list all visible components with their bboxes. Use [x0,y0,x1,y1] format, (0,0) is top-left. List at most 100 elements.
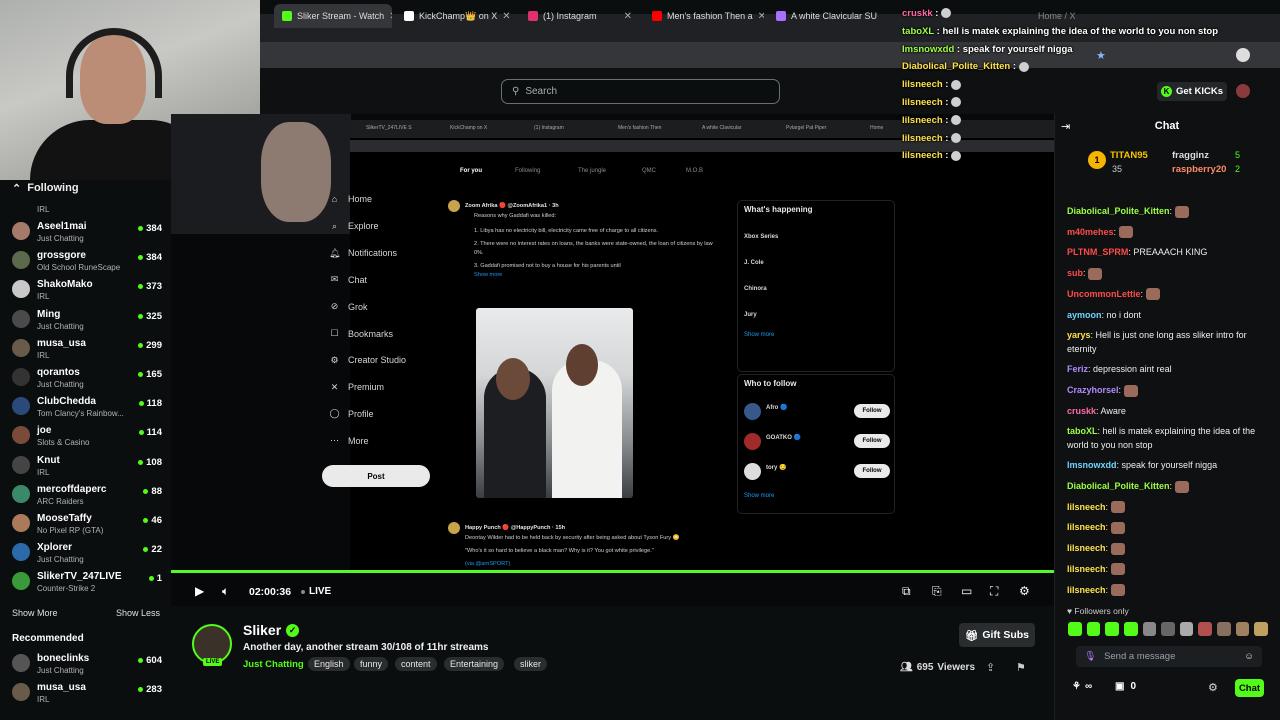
streamer-name[interactable]: Sliker [243,622,281,638]
chat-message-input[interactable]: 🎙︎ Send a message ☺ [1076,646,1262,667]
report-icon[interactable]: ⚑ [1016,661,1026,674]
headphones [66,28,162,98]
tag-english[interactable]: English [308,657,350,671]
emote-icon[interactable] [1123,622,1138,636]
recommended-channel[interactable]: boneclinks Just Chatting 604 [12,651,162,680]
browser-tab-1[interactable]: KickChamp👑 on X ✕ [396,4,516,28]
sidebar-channel[interactable]: musa_usa IRL 299 [12,336,162,365]
stream-category[interactable]: Just Chatting [243,659,304,670]
close-icon[interactable]: ✕ [389,11,392,22]
x-nav-label: Explore [348,221,379,232]
show-less-button[interactable]: Show Less [116,608,160,618]
sidebar-channel[interactable]: joe Slots & Casino 114 [12,423,162,452]
recommended-channel[interactable]: musa_usa IRL 283 [12,680,162,709]
emote-icon[interactable] [1105,622,1119,636]
chat-username[interactable]: cruskk [1067,406,1096,416]
streamer-avatar[interactable]: LIVE [192,624,232,666]
clip-icon[interactable]: ⎘ [932,584,942,599]
sidebar-channel[interactable]: MooseTaffy No Pixel RP (GTA) 46 [12,511,162,540]
close-icon[interactable]: ✕ [502,11,510,22]
settings-gear-icon[interactable]: ⚙ [1019,584,1030,598]
volume-icon[interactable]: 🔈︎ [222,584,229,599]
browser-tab-4[interactable]: A white Clavicular SU [768,4,888,28]
browser-tab-3[interactable]: Men's fashion Then a ✕ [644,4,764,28]
chat-username[interactable]: lilsneech [1067,522,1106,532]
chat-username[interactable]: lilsneech [1067,502,1106,512]
chat-username[interactable]: Feriz [1067,364,1088,374]
emote-bar [1068,622,1269,638]
sidebar-channel[interactable]: Aseel1mai Just Chatting 384 [12,219,162,248]
sidebar-channel[interactable]: qorantos Just Chatting 165 [12,365,162,394]
chat-username[interactable]: taboXL [1067,426,1098,436]
tag-sliker[interactable]: sliker [514,657,548,671]
show-more-button[interactable]: Show More [12,608,58,618]
chat-username[interactable]: Diabolical_Polite_Kitten [1067,481,1170,491]
chat-message: yarys: Hell is just one long ass sliker … [1067,328,1272,356]
chat-username[interactable]: Imsnowxdd [1067,460,1117,470]
followers-only-label: Followers only [1074,606,1129,616]
emote-icon[interactable] [1086,622,1101,636]
play-icon[interactable]: ▶ [195,584,204,598]
tweet-quote: "Who's it so hard to believe a black man… [465,547,654,554]
x-nav-label: Grok [348,301,368,312]
browser-tab-2[interactable]: (1) Instagram ✕ [520,4,640,28]
chat-settings-icon[interactable]: ⚙ [1208,681,1218,694]
whats-happening-panel: What's happening Xbox Series J. Cole Chi… [737,200,895,372]
trend-item: Jury [744,312,757,318]
emote-icon[interactable] [1142,622,1157,636]
share-icon[interactable]: ⇪ [986,661,995,674]
chat-username[interactable]: Crazyhorsel [1067,385,1119,395]
chat-username[interactable]: yarys [1067,330,1091,340]
emote-icon[interactable] [1254,622,1269,636]
chat-username[interactable]: UncommonLettie [1067,289,1141,299]
tag-funny[interactable]: funny [354,657,389,671]
sidebar-channel[interactable]: ShakoMako IRL 373 [12,277,162,306]
mini-player-icon[interactable]: ⧉ [902,584,911,599]
video-progress-bar[interactable] [171,570,1054,573]
send-chat-button[interactable]: Chat [1235,679,1264,697]
chat-username[interactable]: m40mehes [1067,227,1114,237]
emote-icon[interactable] [1198,622,1213,636]
emote-icon[interactable] [1217,622,1231,636]
sidebar-channel[interactable]: Xplorer Just Chatting 22 [12,540,162,569]
search-input[interactable]: ⚲ Search [501,79,780,104]
close-icon[interactable]: ✕ [624,11,632,22]
tag-entertaining[interactable]: Entertaining [444,657,505,671]
chat-gifts[interactable]: ▣ 0 [1115,681,1136,692]
chat-username[interactable]: lilsneech [1067,543,1106,553]
chat-points[interactable]: ⚘ ∞ [1072,681,1092,692]
emote-icon[interactable] [1068,622,1082,636]
overlay-chat-colon: : [942,79,952,91]
sidebar-channel[interactable]: SlikerTV_247LIVE Counter-Strike 2 1 [12,569,162,598]
overlay-chat-colon: : [942,97,952,108]
chat-username[interactable]: PLTNM_SPRM [1067,247,1128,257]
following-header[interactable]: ⌃ Following [12,182,79,195]
sidebar-channel[interactable]: mercoffdaperc ARC Raiders 88 [12,482,162,511]
sidebar-channel[interactable]: Ming Just Chatting 325 [12,307,162,336]
overlay-chat-user: Imsnowxdd [902,43,955,55]
theater-mode-icon[interactable]: ▭ [961,584,972,598]
chat-username[interactable]: sub [1067,268,1083,278]
fullscreen-icon[interactable]: ⛶ [990,584,998,599]
microphone-icon[interactable]: 🎙︎ [1084,651,1096,662]
sidebar-channel[interactable]: Knut IRL 108 [12,453,162,482]
emote-icon[interactable] [1235,622,1250,636]
close-icon[interactable]: ✕ [758,11,764,22]
x-nav-item: ⊘ Grok [329,301,368,312]
sidebar-channel[interactable]: ClubChedda Tom Clancy's Rainbow... 118 [12,394,162,423]
channel-name: Knut [37,454,60,466]
channel-name: joe [37,425,52,437]
tag-content[interactable]: content [395,657,437,671]
emote-icon[interactable] [1179,622,1194,636]
emoji-icon[interactable]: ☺ [1244,651,1254,662]
browser-tab-0[interactable]: Sliker Stream - Watch ✕ [274,4,392,28]
chat-username[interactable]: lilsneech [1067,585,1106,595]
sidebar-category-top: IRL [37,205,50,214]
emote-icon[interactable] [1161,622,1175,636]
chat-username[interactable]: Diabolical_Polite_Kitten [1067,206,1170,216]
chat-username[interactable]: lilsneech [1067,564,1106,574]
sidebar-channel[interactable]: grossgore Old School RuneScape 384 [12,248,162,277]
chat-username[interactable]: aymoon [1067,310,1102,320]
gift-subs-button[interactable]: 🎁︎ Gift Subs [959,623,1035,647]
channel-category: Just Chatting [37,380,84,389]
